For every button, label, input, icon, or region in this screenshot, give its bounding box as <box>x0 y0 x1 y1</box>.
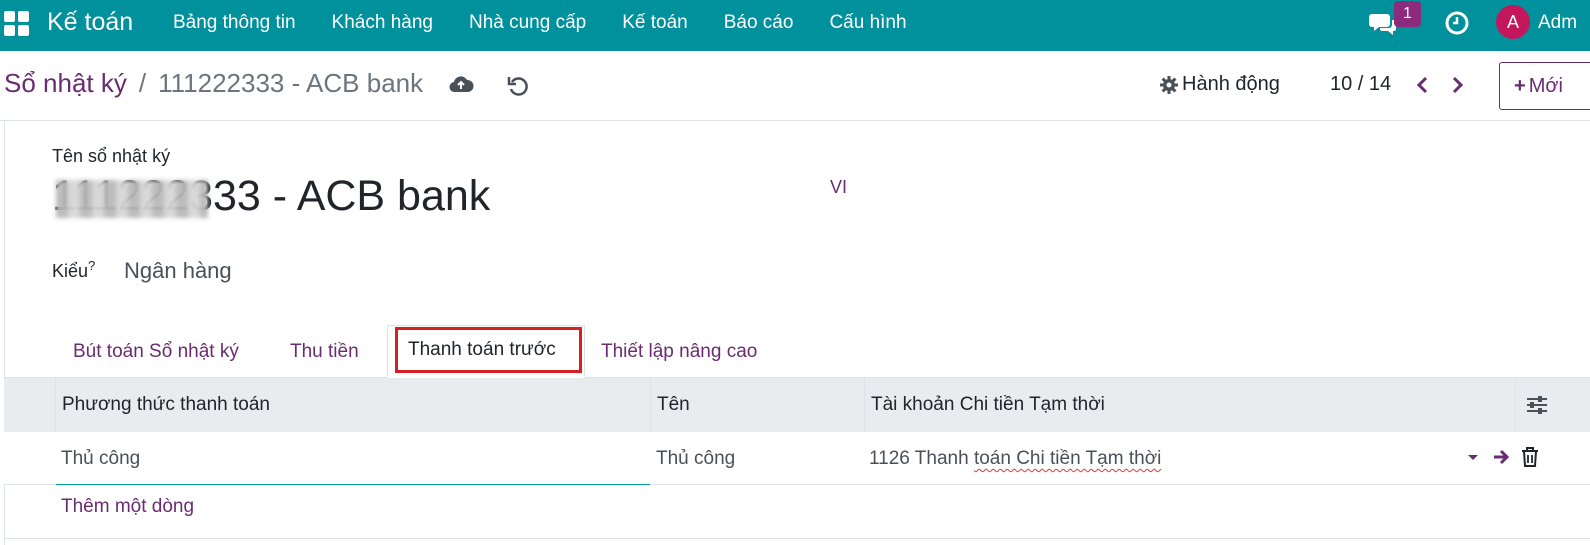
breadcrumb-separator: / <box>138 68 147 98</box>
clock-icon[interactable] <box>1444 10 1470 36</box>
language-switch[interactable]: VI <box>830 177 847 198</box>
chat-count-badge: 1 <box>1394 1 1421 27</box>
pixelated-redaction <box>56 180 208 218</box>
control-panel: Sổ nhật ký / 111222333 - ACB bank Hành độn… <box>0 51 1590 121</box>
user-avatar[interactable]: A <box>1496 5 1530 39</box>
menu-item-dashboard[interactable]: Bảng thông tin <box>173 12 296 34</box>
type-label: Kiểu? <box>52 258 95 282</box>
temp-account-cell[interactable]: 1126 Thanh toán Chi tiền Tạm thời <box>869 432 1161 485</box>
undo-icon[interactable] <box>506 73 530 97</box>
plus-icon: + <box>1514 75 1526 97</box>
menu-item-accounting[interactable]: Kế toán <box>622 12 688 34</box>
user-name[interactable]: Adm <box>1538 12 1577 34</box>
trash-icon[interactable] <box>1520 446 1540 468</box>
caret-down-icon[interactable] <box>1466 452 1480 464</box>
payment-method-input[interactable] <box>56 432 650 485</box>
temp-account-rest: toán Chi tiền Tạm thời <box>973 448 1162 469</box>
column-header-payment-method[interactable]: Phương thức thanh toán <box>55 378 650 432</box>
add-line-link[interactable]: Thêm một dòng <box>61 496 194 518</box>
tab-advanced-settings[interactable]: Thiết lập nâng cao <box>601 341 757 363</box>
tab-outgoing-payments[interactable]: Thanh toán trước <box>395 327 582 373</box>
tab-journal-entries[interactable]: Bút toán Sổ nhật ký <box>73 341 239 363</box>
table-row[interactable]: Thủ công Thủ công 1126 Thanh toán Chi ti… <box>4 432 1590 485</box>
column-header-temp-account[interactable]: Tài khoản Chi tiền Tạm thời <box>864 378 1515 432</box>
temp-account-code: 1126 Thanh <box>869 448 969 469</box>
tab-incoming-payments[interactable]: Thu tiền <box>290 341 359 363</box>
new-button[interactable]: + Mới <box>1499 62 1590 110</box>
table-header: Phương thức thanh toán Tên Tài khoản Chi… <box>4 378 1590 432</box>
top-navbar: Kế toán Bảng thông tin Khách hàng Nhà cu… <box>0 0 1590 51</box>
type-label-text: Kiểu <box>52 261 89 281</box>
name-cell[interactable]: Thủ công <box>656 432 735 485</box>
table-bottom-divider <box>4 538 1590 539</box>
type-value[interactable]: Ngân hàng <box>124 258 232 284</box>
apps-grid-icon[interactable] <box>4 11 29 36</box>
column-settings-icon[interactable] <box>1526 394 1548 416</box>
chat-icon[interactable] <box>1369 11 1397 37</box>
gear-icon[interactable] <box>1159 75 1179 95</box>
arrow-right-icon[interactable] <box>1492 447 1512 467</box>
action-menu-button[interactable]: Hành động <box>1182 73 1280 96</box>
main-menu: Bảng thông tin Khách hàng Nhà cung cấp K… <box>173 12 943 34</box>
menu-item-customers[interactable]: Khách hàng <box>332 12 433 34</box>
chevron-left-icon[interactable] <box>1414 75 1432 95</box>
help-tooltip-icon[interactable]: ? <box>88 258 95 273</box>
menu-item-vendors[interactable]: Nhà cung cấp <box>469 12 586 34</box>
menu-item-reports[interactable]: Báo cáo <box>724 12 794 34</box>
notebook-tabs: Bút toán Sổ nhật ký Thu tiền Thanh toán … <box>4 325 1590 378</box>
new-button-label: Mới <box>1528 75 1563 97</box>
menu-item-configuration[interactable]: Cấu hình <box>829 12 906 34</box>
payment-method-cell[interactable]: Thủ công <box>61 432 140 485</box>
breadcrumb-current: 111222333 - ACB bank <box>158 68 424 98</box>
breadcrumb-parent[interactable]: Sổ nhật ký <box>4 68 127 98</box>
journal-name-label: Tên sổ nhật ký <box>52 146 171 166</box>
cloud-upload-icon[interactable] <box>448 73 474 95</box>
chevron-right-icon[interactable] <box>1448 75 1466 95</box>
column-settings-cell <box>1515 378 1590 432</box>
pager-value[interactable]: 10 / 14 <box>1330 73 1391 96</box>
breadcrumb: Sổ nhật ký / 111222333 - ACB bank <box>4 68 423 99</box>
app-brand[interactable]: Kế toán <box>47 8 133 37</box>
column-header-name[interactable]: Tên <box>650 378 864 432</box>
